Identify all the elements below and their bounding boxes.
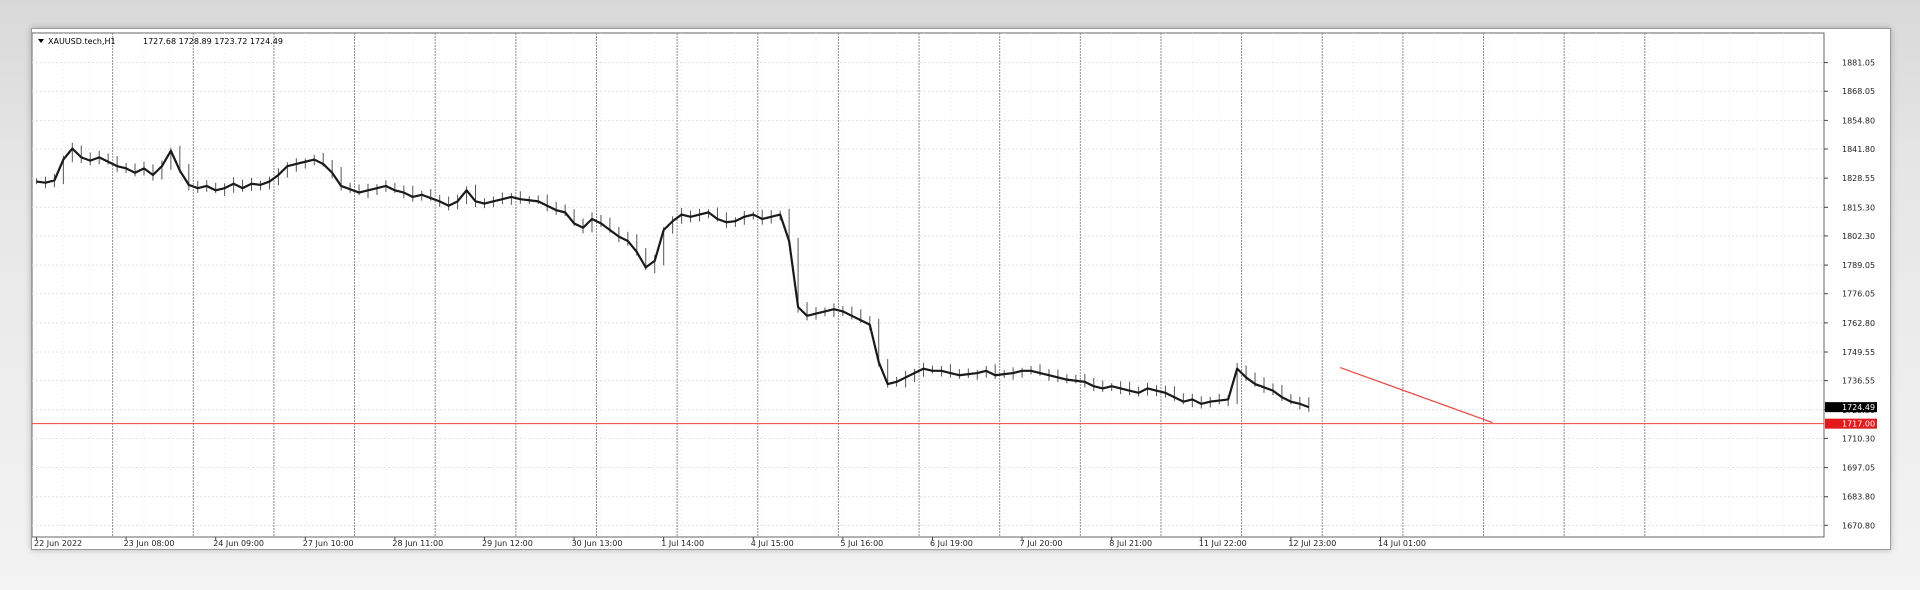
axes: 1881.05 1868.05 1854.80 1841.80 1828.55 1815.… — [34, 59, 1877, 548]
x-tick-label: 1 Jul 14:00 — [661, 539, 704, 548]
dropdown-triangle-icon[interactable] — [38, 39, 44, 43]
y-tick-label: 1697.05 — [1842, 464, 1875, 473]
symbol-header: XAUUSD.tech,H1 1727.68 1728.89 1723.72 1… — [38, 37, 283, 46]
x-tick-label: 6 Jul 19:00 — [930, 539, 973, 548]
y-tick-label: 1854.80 — [1842, 116, 1875, 125]
y-tick-label: 1881.05 — [1842, 59, 1875, 68]
y-tick-label: 1868.05 — [1842, 87, 1875, 96]
chart-window[interactable]: 1881.05 1868.05 1854.80 1841.80 1828.55 1815.… — [31, 28, 1891, 550]
price-chart[interactable]: 1881.05 1868.05 1854.80 1841.80 1828.55 1815.… — [31, 29, 1890, 549]
x-tick-label: 4 Jul 15:00 — [751, 539, 794, 548]
trendline[interactable] — [1339, 366, 1493, 424]
y-tick-label: 1710.30 — [1842, 434, 1875, 443]
symbol-label: XAUUSD.tech,H1 — [48, 37, 116, 46]
y-tick-label: 1749.55 — [1842, 348, 1875, 357]
x-tick-label: 11 Jul 22:00 — [1199, 539, 1247, 548]
ohlc-values: 1727.68 1728.89 1723.72 1724.49 — [143, 37, 283, 46]
y-tick-label: 1683.80 — [1842, 493, 1875, 502]
price-label: 1717.00 — [1842, 420, 1875, 429]
y-tick-label: 1789.05 — [1842, 261, 1875, 270]
y-tick-label: 1841.80 — [1842, 145, 1875, 154]
x-tick-label: 7 Jul 20:00 — [1020, 539, 1063, 548]
x-tick-label: 22 Jun 2022 — [34, 539, 82, 548]
x-tick-label: 24 Jun 09:00 — [213, 539, 264, 548]
x-tick-label: 28 Jun 11:00 — [392, 539, 443, 548]
y-tick-label: 1802.30 — [1842, 232, 1875, 241]
plot-border — [31, 32, 1825, 538]
x-tick-label: 23 Jun 08:00 — [124, 539, 175, 548]
price-line — [36, 147, 1310, 409]
x-tick-label: 8 Jul 21:00 — [1109, 539, 1152, 548]
x-tick-label: 12 Jul 23:00 — [1288, 539, 1336, 548]
y-tick-label: 1776.05 — [1842, 290, 1875, 299]
x-tick-label: 30 Jun 13:00 — [572, 539, 623, 548]
y-tick-label: 1828.55 — [1842, 174, 1875, 183]
x-tick-label: 29 Jun 12:00 — [482, 539, 533, 548]
y-tick-label: 1762.80 — [1842, 319, 1875, 328]
price-series — [35, 142, 1310, 412]
grid — [31, 32, 1825, 538]
y-tick-label: 1815.30 — [1842, 203, 1875, 212]
y-tick-label: 1736.55 — [1842, 377, 1875, 386]
chart-overlays[interactable] — [32, 366, 1824, 425]
x-tick-label: 14 Jul 01:00 — [1378, 539, 1426, 548]
price-label: 1724.49 — [1842, 403, 1875, 412]
y-tick-label: 1670.80 — [1842, 521, 1875, 530]
x-tick-label: 27 Jun 10:00 — [303, 539, 354, 548]
x-tick-label: 5 Jul 16:00 — [840, 539, 883, 548]
